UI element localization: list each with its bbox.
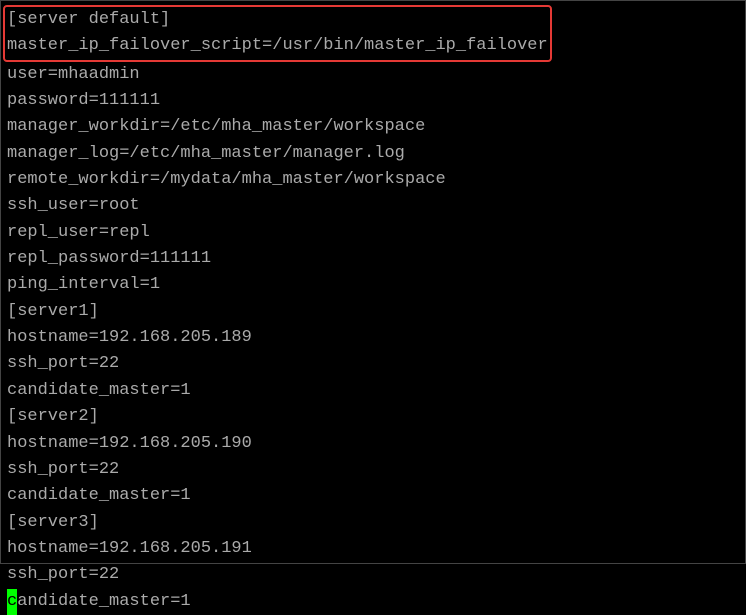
config-line-manager-log: manager_log=/etc/mha_master/manager.log [7,141,739,167]
config-line-password: password=111111 [7,88,739,114]
terminal-cursor: c [7,589,17,615]
config-line-failover-script: master_ip_failover_script=/usr/bin/maste… [7,33,548,59]
config-line-remote-workdir: remote_workdir=/mydata/mha_master/worksp… [7,167,739,193]
config-line-server-default: [server default] [7,7,548,33]
config-line-ssh-port2: ssh_port=22 [7,457,739,483]
config-line-ssh-port3: ssh_port=22 [7,562,739,588]
config-line-ping-interval: ping_interval=1 [7,272,739,298]
config-line-candidate2: candidate_master=1 [7,483,739,509]
config-line-manager-workdir: manager_workdir=/etc/mha_master/workspac… [7,114,739,140]
config-line-user: user=mhaadmin [7,62,739,88]
config-line-repl-password: repl_password=111111 [7,246,739,272]
config-line-candidate3-rest: andidate_master=1 [17,592,190,611]
highlighted-section: [server default] master_ip_failover_scri… [3,5,552,62]
config-line-repl-user: repl_user=repl [7,220,739,246]
config-line-candidate3: candidate_master=1 [7,589,739,615]
config-line-hostname2: hostname=192.168.205.190 [7,431,739,457]
config-line-hostname3: hostname=192.168.205.191 [7,536,739,562]
config-line-server1: [server1] [7,299,739,325]
config-line-server3: [server3] [7,510,739,536]
terminal-output: [server default] master_ip_failover_scri… [7,5,739,615]
config-line-candidate1: candidate_master=1 [7,378,739,404]
config-line-ssh-port1: ssh_port=22 [7,351,739,377]
config-line-ssh-user: ssh_user=root [7,193,739,219]
config-line-server2: [server2] [7,404,739,430]
config-line-hostname1: hostname=192.168.205.189 [7,325,739,351]
